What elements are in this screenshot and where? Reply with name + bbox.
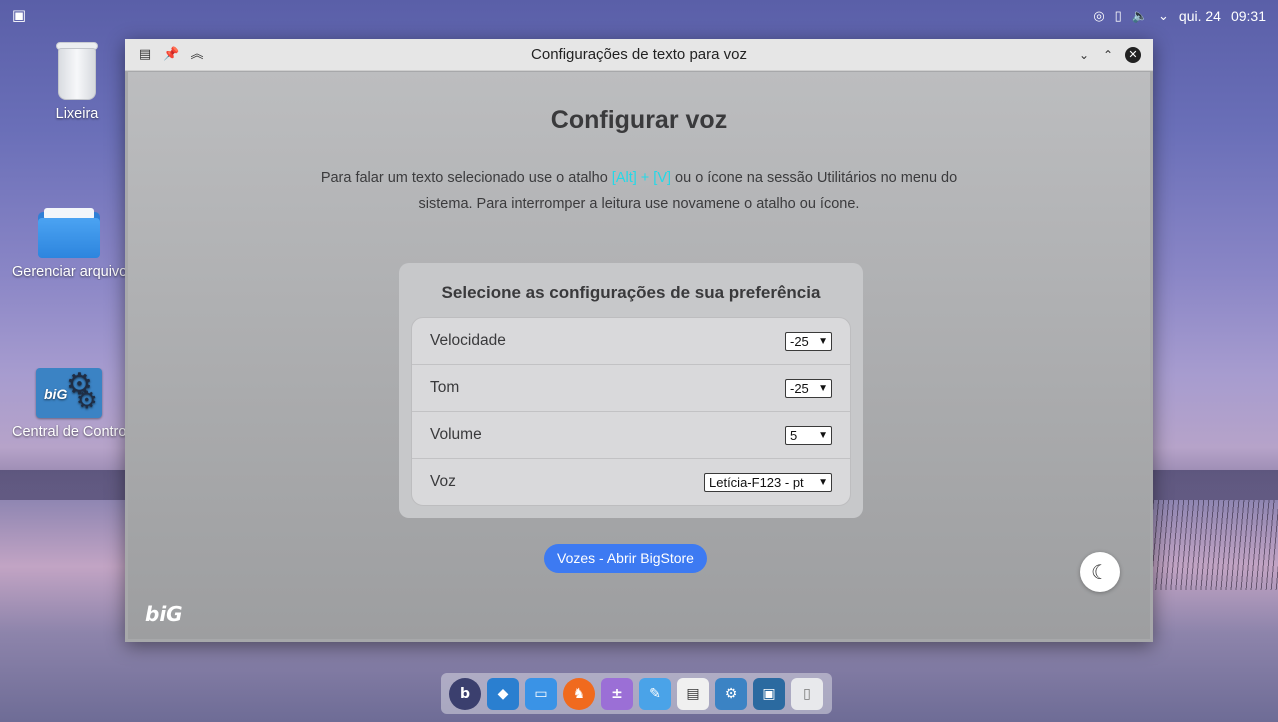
- settings-list: Velocidade -25 ▼ Tom -25 ▼ Volume 5 ▼ Voz L…: [411, 317, 851, 506]
- pitch-select[interactable]: -25 ▼: [785, 379, 832, 398]
- description: Para falar um texto selecionado use o at…: [320, 170, 958, 212]
- page-title: Configurar voz: [550, 106, 728, 134]
- setting-row-pitch: Tom -25 ▼: [412, 365, 850, 412]
- trash-icon[interactable]: ▯: [791, 677, 823, 710]
- desktop-icon-trash[interactable]: Lixeira: [12, 42, 142, 122]
- tts-settings-window: ▤ 📌 ︽ Configurações de texto para voz ⌄ …: [125, 39, 1153, 642]
- clock-date[interactable]: qui. 24: [1179, 8, 1221, 24]
- text-editor-icon[interactable]: ✎: [639, 677, 671, 710]
- desktop-icon-files[interactable]: Gerenciar arquivos: [12, 208, 126, 280]
- clock-time[interactable]: 09:31: [1231, 8, 1266, 24]
- remote-desktop-icon[interactable]: ▣: [753, 677, 785, 710]
- window-content: Configurar voz Para falar um texto selec…: [128, 72, 1150, 639]
- setting-row-voice: Voz Letícia-F123 - pt ▼: [412, 459, 850, 505]
- wallpaper-reeds: [1138, 500, 1278, 590]
- file-manager-icon[interactable]: ▭: [525, 677, 557, 710]
- dock: b ◆ ▭ ♞ ± ✎ ▤ ⚙ ▣ ▯: [441, 673, 832, 714]
- volume-icon[interactable]: 🔈: [1132, 8, 1148, 24]
- control-center-icon[interactable]: ⚙: [715, 677, 747, 710]
- desktop-icon-label: Lixeira: [55, 106, 99, 122]
- control-center-icon: ⚙ ⚙ biG: [36, 368, 102, 418]
- chevron-down-icon: ▼: [818, 430, 828, 441]
- folder-icon: [38, 208, 100, 258]
- desktop-icon-label: Central de Controle: [12, 424, 126, 440]
- voice-select[interactable]: Letícia-F123 - pt ▼: [704, 473, 832, 492]
- close-button[interactable]: ✕: [1125, 47, 1141, 63]
- desktop-icon-control-center[interactable]: ⚙ ⚙ biG Central de Controle: [12, 368, 126, 440]
- big-logo: biG: [145, 602, 183, 626]
- open-bigstore-button[interactable]: Vozes - Abrir BigStore: [544, 544, 707, 573]
- minimize-button[interactable]: ⌄: [1077, 46, 1091, 64]
- setting-row-volume: Volume 5 ▼: [412, 412, 850, 459]
- shortcut-text: [Alt] + [V]: [611, 170, 672, 186]
- text-to-speech-icon[interactable]: ▤: [677, 677, 709, 710]
- system-tray: ◎ ▯ 🔈 ⌄ qui. 24 09:31: [1093, 6, 1266, 26]
- clipboard-icon[interactable]: ▯: [1115, 8, 1122, 24]
- volume-select[interactable]: 5 ▼: [785, 426, 832, 445]
- app-menu-icon[interactable]: ▣: [10, 6, 28, 24]
- chevron-down-icon: ▼: [818, 336, 828, 347]
- workspaces-icon[interactable]: ◆: [487, 677, 519, 710]
- window-title: Configurações de texto para voz: [531, 46, 747, 63]
- calculator-icon[interactable]: ±: [601, 677, 633, 710]
- big-menu-icon[interactable]: b: [449, 677, 481, 710]
- chevron-down-icon: ▼: [818, 383, 828, 394]
- maximize-button[interactable]: ⌃: [1101, 46, 1115, 64]
- speed-select[interactable]: -25 ▼: [785, 332, 832, 351]
- window-titlebar[interactable]: ▤ 📌 ︽ Configurações de texto para voz ⌄ …: [125, 39, 1153, 71]
- setting-row-speed: Velocidade -25 ▼: [412, 318, 850, 365]
- check-circle-icon[interactable]: ◎: [1093, 8, 1104, 24]
- settings-card: Selecione as configurações de sua prefer…: [399, 263, 863, 518]
- chevron-down-icon: ▼: [818, 477, 828, 488]
- desktop-icon-label: Gerenciar arquivos: [12, 264, 126, 280]
- chevron-down-icon[interactable]: ⌄: [1158, 8, 1169, 24]
- brave-browser-icon[interactable]: ♞: [563, 677, 595, 710]
- dark-mode-toggle-icon[interactable]: ☾: [1080, 552, 1120, 592]
- card-title: Selecione as configurações de sua prefer…: [441, 283, 821, 302]
- trash-icon: [54, 42, 100, 100]
